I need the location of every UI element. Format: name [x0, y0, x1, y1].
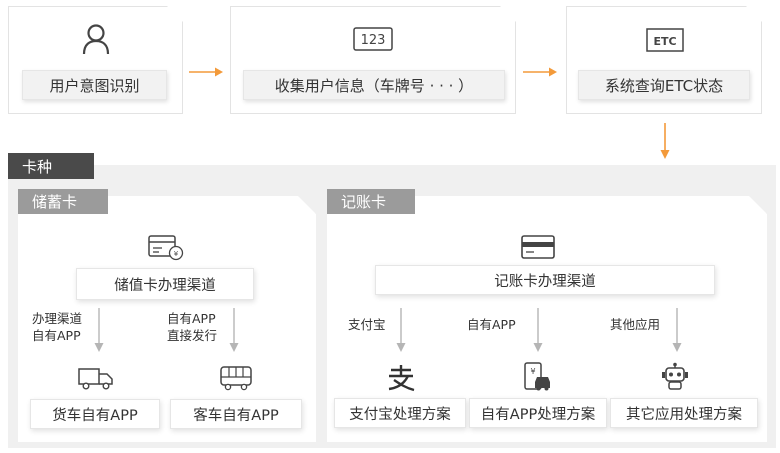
arrow-down-to-card-type: [659, 122, 671, 164]
credit-branch-3-arrow-label: 其他应用: [610, 317, 661, 332]
credit-target-3: 其它应用处理方案: [610, 398, 758, 428]
svg-text:¥: ¥: [174, 250, 179, 258]
etc-icon: ETC: [645, 27, 685, 53]
svg-text:¥: ¥: [530, 367, 535, 376]
savings-branch-1-arrow-label-line-1: 办理渠道: [32, 311, 83, 326]
svg-text:ETC: ETC: [653, 35, 676, 48]
phone-car-icon: ¥: [522, 362, 552, 392]
savings-card-title: 储蓄卡: [18, 189, 108, 214]
bank-card-icon: [520, 234, 556, 260]
savings-channel-label: 储值卡办理渠道: [76, 268, 254, 300]
credit-branch-2-arrow-label: 自有APP: [467, 317, 516, 332]
savings-branch-1-arrow-label-line-2: 自有APP: [32, 328, 81, 343]
credit-branch-1-down-arrow: [395, 307, 407, 357]
step-label-user-intent: 用户意图识别: [22, 70, 167, 100]
credit-target-1: 支付宝处理方案: [334, 398, 466, 428]
user-icon: [80, 22, 112, 56]
arrow-right-2: [522, 63, 558, 82]
svg-text:123: 123: [361, 33, 386, 48]
savings-branch-1-arrow-label: 办理渠道 自有APP: [32, 310, 82, 344]
robot-icon: [660, 362, 690, 392]
savings-branch-2-arrow-label-line-1: 自有APP: [167, 311, 216, 326]
card-list-icon: ¥: [148, 234, 184, 262]
arrow-right-1: [188, 63, 224, 82]
step-label-query-etc: 系统查询ETC状态: [578, 70, 750, 100]
bus-icon: [219, 365, 253, 391]
savings-branch-1-down-arrow: [93, 307, 105, 357]
savings-branch-2-arrow-label-line-2: 直接发行: [167, 328, 218, 343]
credit-card-title: 记账卡: [327, 189, 415, 214]
truck-icon: [78, 366, 114, 390]
card-type-title: 卡种: [8, 153, 94, 179]
savings-branch-2-down-arrow: [228, 307, 240, 357]
savings-target-2: 客车自有APP: [170, 399, 302, 429]
credit-channel-label: 记账卡办理渠道: [375, 265, 715, 295]
credit-branch-3-down-arrow: [671, 307, 683, 357]
alipay-icon: [386, 364, 416, 392]
savings-target-1: 货车自有APP: [30, 399, 160, 429]
credit-branch-1-arrow-label: 支付宝: [348, 317, 386, 332]
number-123-icon: 123: [352, 26, 394, 52]
savings-branch-2-arrow-label: 自有APP 直接发行: [167, 310, 217, 344]
step-label-collect-info: 收集用户信息（车牌号 · · · ）: [243, 70, 505, 100]
credit-target-2: 自有APP处理方案: [469, 398, 607, 428]
credit-branch-2-down-arrow: [532, 307, 544, 357]
